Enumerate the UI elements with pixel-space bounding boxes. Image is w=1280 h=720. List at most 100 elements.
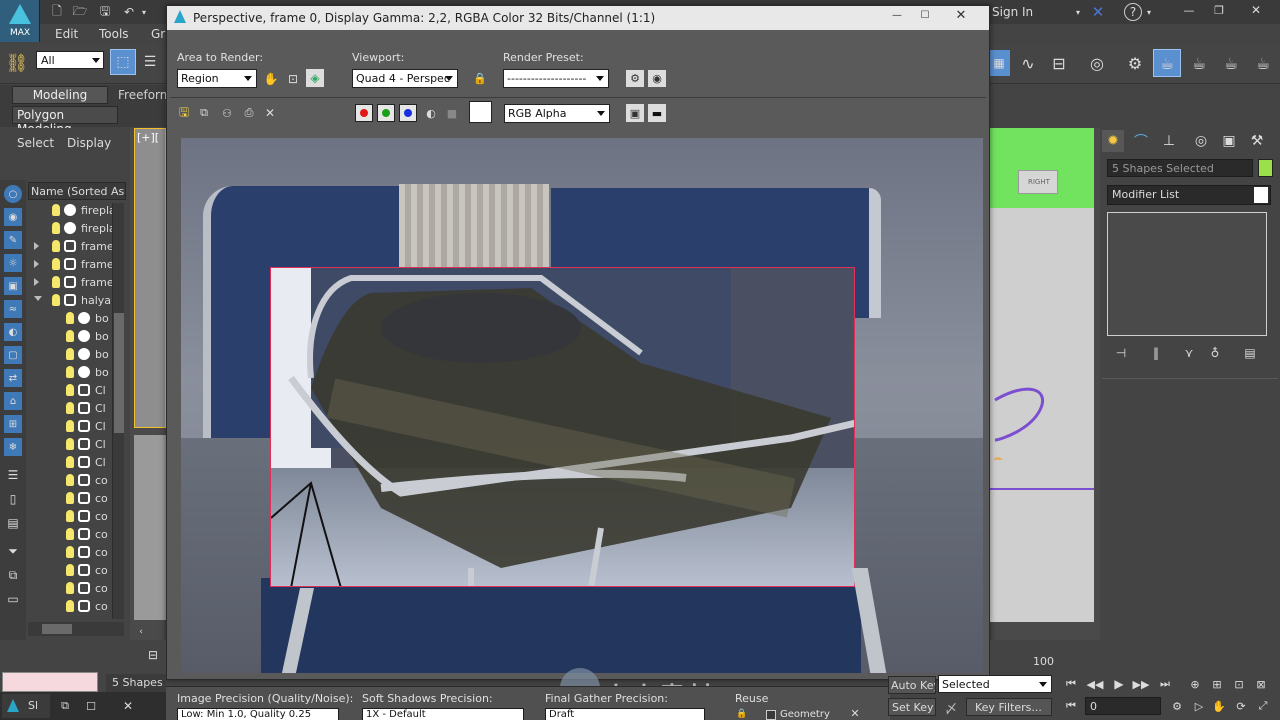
visibility-bulb-icon[interactable] (66, 348, 74, 360)
viewcube[interactable]: RIGHT (1018, 170, 1058, 194)
alpha-channel-icon[interactable]: ◐ (423, 104, 439, 122)
field-of-view-icon[interactable]: ▷ (1190, 697, 1208, 715)
display-none-icon[interactable]: ○ (4, 185, 22, 203)
render-setup-icon[interactable]: ⚙ (1122, 50, 1148, 76)
viewport-dropdown[interactable]: Quad 4 - Perspec (352, 69, 458, 88)
ribbon-subtitle[interactable]: Polygon Modeling (12, 106, 118, 136)
undo-dropdown-icon[interactable]: ▾ (139, 3, 149, 21)
undo-icon[interactable]: ↶ (120, 3, 138, 21)
filter-icon[interactable]: ⏷ (4, 542, 22, 560)
visibility-bulb-icon[interactable] (52, 258, 60, 270)
motion-tab-icon[interactable]: ◎ (1190, 130, 1212, 152)
render-frame-icon[interactable]: ☕ (1153, 49, 1181, 77)
track-bar-toggle-icon[interactable]: ⊟ (144, 646, 162, 664)
explorer-vertical-scrollbar[interactable] (112, 203, 124, 619)
red-channel-toggle[interactable] (355, 104, 373, 122)
edit-region-icon[interactable]: ✋ (262, 70, 280, 87)
select-object-icon[interactable]: ⬚ (110, 49, 136, 75)
explorer-tree-row[interactable]: Cl (28, 435, 112, 453)
set-key-icon[interactable]: 〆 (940, 697, 962, 717)
explorer-column-header[interactable]: Name (Sorted Ascen (28, 182, 126, 200)
sign-in-dropdown-icon[interactable]: ▾ (1072, 5, 1084, 19)
object-color-swatch[interactable] (1258, 159, 1273, 177)
schematic-view-icon[interactable]: ⊟ (1046, 50, 1072, 76)
modifier-list-dropdown[interactable]: Modifier List (1107, 185, 1271, 205)
restore-icon[interactable]: ❐ (1206, 1, 1232, 19)
taskbar-item[interactable]: Sl (2, 694, 50, 718)
toggle-ui-icon[interactable]: ▬ (648, 104, 666, 122)
auto-key-button[interactable]: Auto Key (888, 676, 936, 694)
current-frame-field[interactable]: 0 (1085, 697, 1161, 715)
display-helpers-icon[interactable]: ≈ (4, 300, 22, 318)
explorer-tree-row[interactable]: bo (28, 345, 112, 363)
show-end-result-icon[interactable]: ‖ (1146, 344, 1166, 362)
previous-frame-icon[interactable]: ◀◀ (1086, 675, 1104, 693)
explorer-tree-row[interactable]: frame (28, 273, 114, 291)
time-configuration-icon[interactable]: ⚙ (1168, 697, 1186, 715)
geometry-checkbox[interactable] (766, 710, 776, 720)
list-view-icon[interactable]: ☰ (4, 466, 22, 484)
explorer-horizontal-scrollbar[interactable] (28, 622, 124, 636)
visibility-bulb-icon[interactable] (66, 384, 74, 396)
frame-close-icon[interactable]: ✕ (946, 7, 976, 23)
pan-view-icon[interactable]: ✋ (1210, 697, 1228, 715)
create-tab-icon[interactable]: ✹ (1102, 130, 1124, 152)
frame-maximize-icon[interactable]: ☐ (912, 7, 938, 23)
display-frozen-icon[interactable]: ❄ (4, 438, 22, 456)
environment-effects-icon[interactable]: ◉ (648, 70, 666, 87)
selection-status-field[interactable]: 5 Shapes Selected (1107, 159, 1253, 177)
taskbar-maximize-icon[interactable]: ☐ (82, 697, 100, 715)
explorer-tree-row[interactable]: firepla (28, 219, 116, 237)
zoom-region-icon[interactable]: ⊠ (1252, 675, 1270, 693)
menu-tools[interactable]: Tools (99, 27, 129, 41)
visibility-bulb-icon[interactable] (52, 240, 60, 252)
page-list-icon[interactable]: ▤ (4, 514, 22, 532)
taskbar-close-icon[interactable]: ✕ (118, 697, 138, 715)
visibility-bulb-icon[interactable] (52, 204, 60, 216)
help-dropdown-icon[interactable]: ▾ (1144, 5, 1154, 19)
key-filters-button[interactable]: Key Filters... (966, 698, 1052, 716)
explorer-tree-row[interactable]: co (28, 507, 112, 525)
zoom-all-icon[interactable]: ⊞ (1208, 675, 1226, 693)
sign-in-link[interactable]: Sign In (992, 5, 1033, 19)
key-mode-toggle-icon[interactable]: ⏮ (1062, 697, 1080, 715)
visibility-bulb-icon[interactable] (66, 456, 74, 468)
expand-arrow-icon[interactable] (34, 278, 39, 286)
ribbon-tab-modeling[interactable]: Modeling (12, 86, 108, 104)
minimize-icon[interactable]: — (1176, 1, 1202, 19)
visibility-bulb-icon[interactable] (66, 330, 74, 342)
clear-image-icon[interactable]: ✕ (262, 105, 278, 121)
viewport-top-left[interactable] (134, 128, 166, 428)
copy-image-icon[interactable]: ⧉ (196, 105, 212, 121)
scene-explorer-menu-select[interactable]: Select (17, 136, 54, 150)
taskbar-restore-icon[interactable]: ⧉ (56, 697, 74, 715)
auto-region-icon[interactable]: ⊡ (284, 70, 302, 87)
modifier-stack[interactable] (1107, 212, 1267, 336)
scrollbar-thumb[interactable] (114, 313, 124, 433)
remove-modifier-icon[interactable]: ♁ (1206, 344, 1224, 362)
toggle-ui-overlay-icon[interactable]: ▣ (626, 104, 644, 122)
visibility-bulb-icon[interactable] (66, 528, 74, 540)
app-logo[interactable]: MAX (0, 0, 40, 42)
render-preset-dropdown[interactable]: -------------------- (503, 69, 609, 88)
visibility-bulb-icon[interactable] (66, 366, 74, 378)
expand-settings-icon[interactable]: ✕ (846, 706, 864, 720)
render-setup-small-icon[interactable]: ⚙ (626, 70, 644, 87)
save-image-icon[interactable]: 🖫 (176, 105, 192, 121)
visibility-bulb-icon[interactable] (66, 438, 74, 450)
orbit-icon[interactable]: ⟳ (1232, 697, 1250, 715)
menu-graph[interactable]: Gr (151, 27, 165, 41)
display-containers-icon[interactable]: ⊞ (4, 415, 22, 433)
visibility-bulb-icon[interactable] (66, 492, 74, 504)
zoom-extents-all-icon[interactable]: ⊡ (1230, 675, 1248, 693)
soft-shadows-field[interactable]: 1X - Default (362, 708, 524, 720)
visibility-bulb-icon[interactable] (66, 402, 74, 414)
hscroll-thumb[interactable] (42, 624, 72, 634)
render-iterative-icon[interactable]: ☕ (1218, 50, 1244, 76)
hierarchy-tab-icon[interactable]: ⊥ (1158, 130, 1180, 152)
display-shapes-icon[interactable]: ✎ (4, 231, 22, 249)
display-cameras-icon[interactable]: ▣ (4, 277, 22, 295)
collapse-icon[interactable]: ▭ (4, 590, 22, 608)
visibility-bulb-icon[interactable] (66, 510, 74, 522)
expand-arrow-icon[interactable] (34, 242, 39, 250)
